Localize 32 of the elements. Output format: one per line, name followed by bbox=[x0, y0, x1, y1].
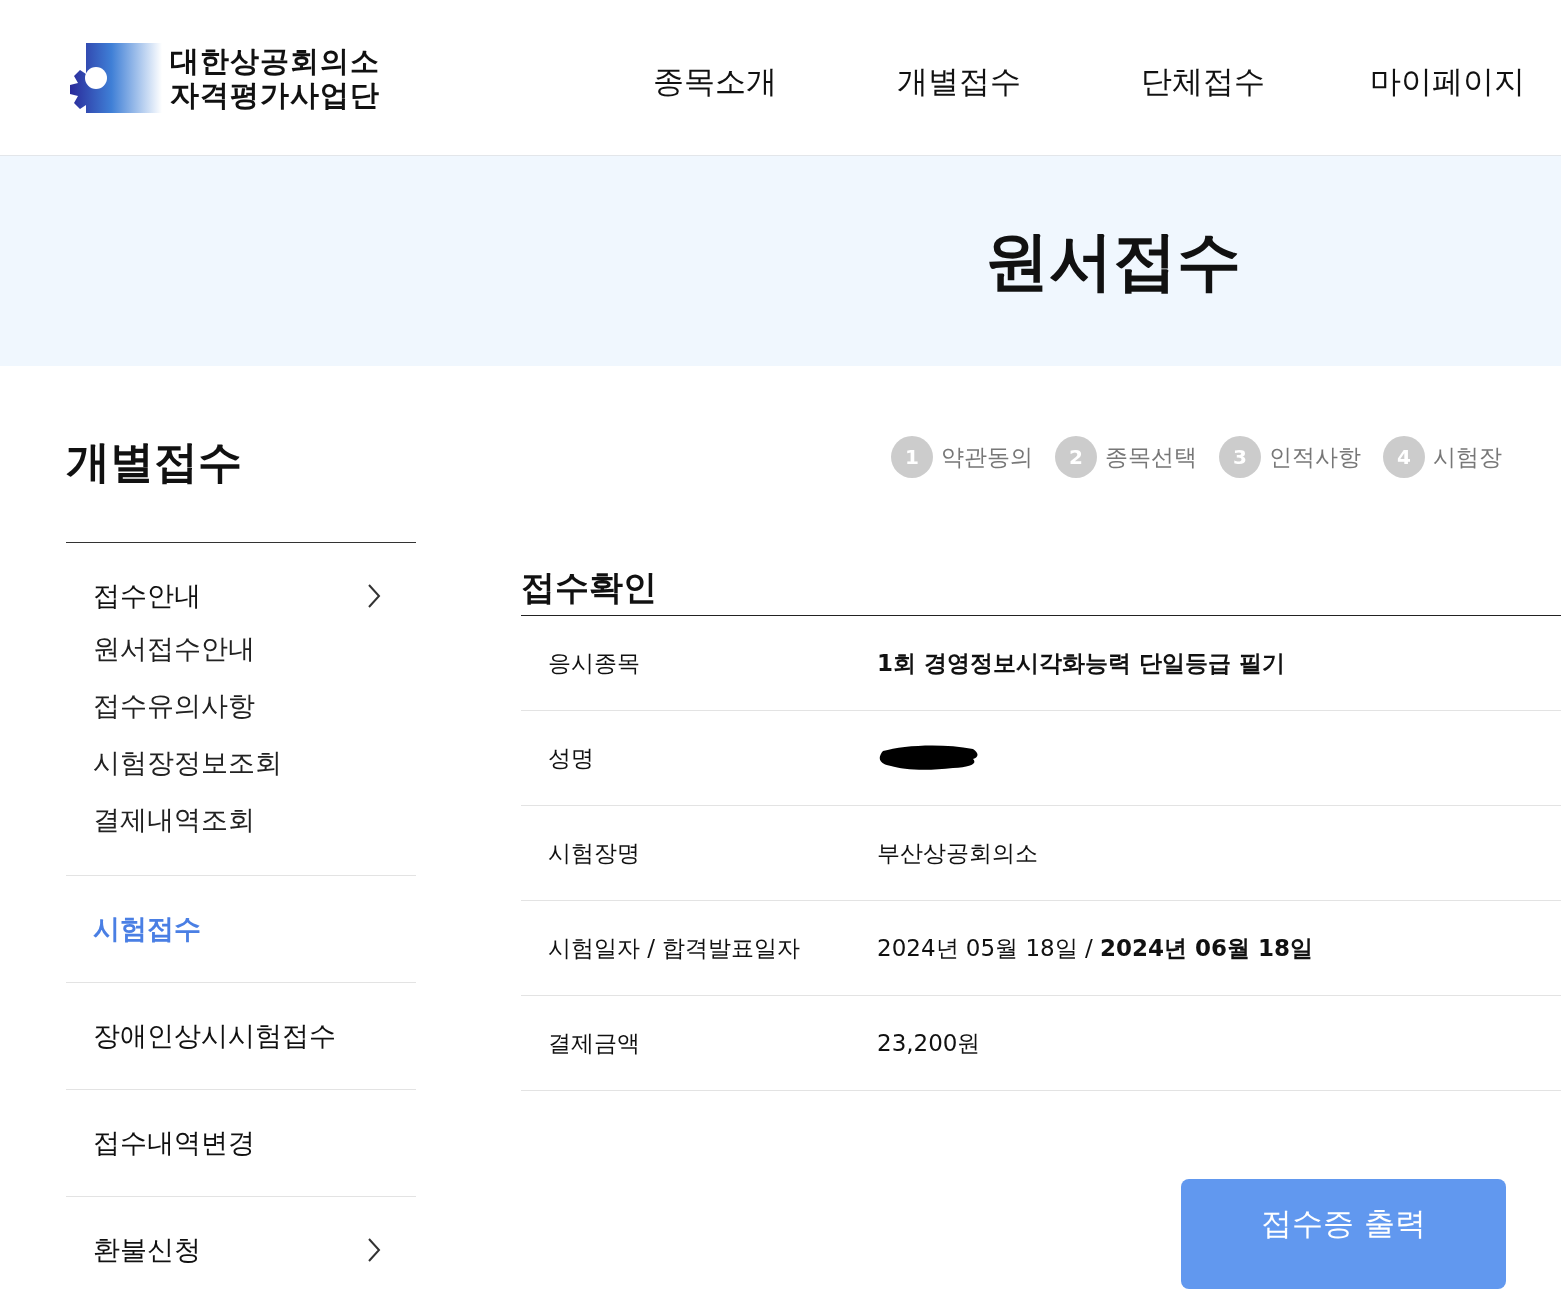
step-label: 시험장 bbox=[1433, 442, 1502, 472]
step-label: 약관동의 bbox=[941, 442, 1033, 472]
detail-value: 1회 경영정보시각화능력 단일등급 필기 bbox=[877, 648, 1286, 678]
page-title: 원서접수 bbox=[984, 222, 1241, 300]
sidebar-item[interactable]: 환불신청 bbox=[93, 1197, 201, 1297]
sidebar-item[interactable]: 접수내역변경 bbox=[93, 1090, 255, 1196]
logo-text: 대한상공회의소 bbox=[170, 43, 380, 78]
chevron-right-icon bbox=[367, 1237, 381, 1263]
detail-value: 2024년 05월 18일 / 2024년 06월 18일 bbox=[877, 933, 1314, 963]
logo-text: 자격평가사업단 bbox=[170, 77, 380, 112]
detail-label: 시험일자 / 합격발표일자 bbox=[547, 933, 802, 963]
detail-value: 부산상공회의소 bbox=[877, 838, 1038, 868]
step-label: 종목선택 bbox=[1105, 442, 1197, 472]
detail-label: 성명 bbox=[547, 743, 595, 773]
sidebar-item[interactable]: 시험접수 bbox=[93, 876, 201, 982]
detail-label: 결제금액 bbox=[547, 1028, 641, 1058]
sidebar-title: 개별접수 bbox=[66, 366, 416, 543]
chevron-right-icon bbox=[367, 583, 381, 609]
step-label: 인적사항 bbox=[1269, 442, 1361, 472]
sidebar-item[interactable]: 장애인상시시험접수 bbox=[93, 983, 336, 1089]
sidebar-subitem[interactable]: 접수유의사항 bbox=[93, 686, 389, 743]
nav-link[interactable]: 마이페이지 bbox=[1325, 58, 1561, 105]
detail-label: 시험장명 bbox=[547, 838, 641, 868]
sidebar-subitem[interactable]: 결제내역조회 bbox=[93, 800, 389, 857]
detail-label: 응시종목 bbox=[547, 648, 641, 678]
nav-link[interactable]: 개별접수 bbox=[837, 58, 1081, 105]
sidebar-subitem[interactable]: 원서접수안내 bbox=[93, 629, 389, 686]
sidebar-subitem[interactable]: 시험장정보조회 bbox=[93, 743, 389, 800]
nav-link[interactable]: 단체접수 bbox=[1081, 58, 1325, 105]
section-title: 접수확인 bbox=[521, 566, 657, 609]
detail-value: 23,200원 bbox=[877, 1028, 981, 1058]
nav-link[interactable]: 종목소개 bbox=[593, 58, 837, 105]
